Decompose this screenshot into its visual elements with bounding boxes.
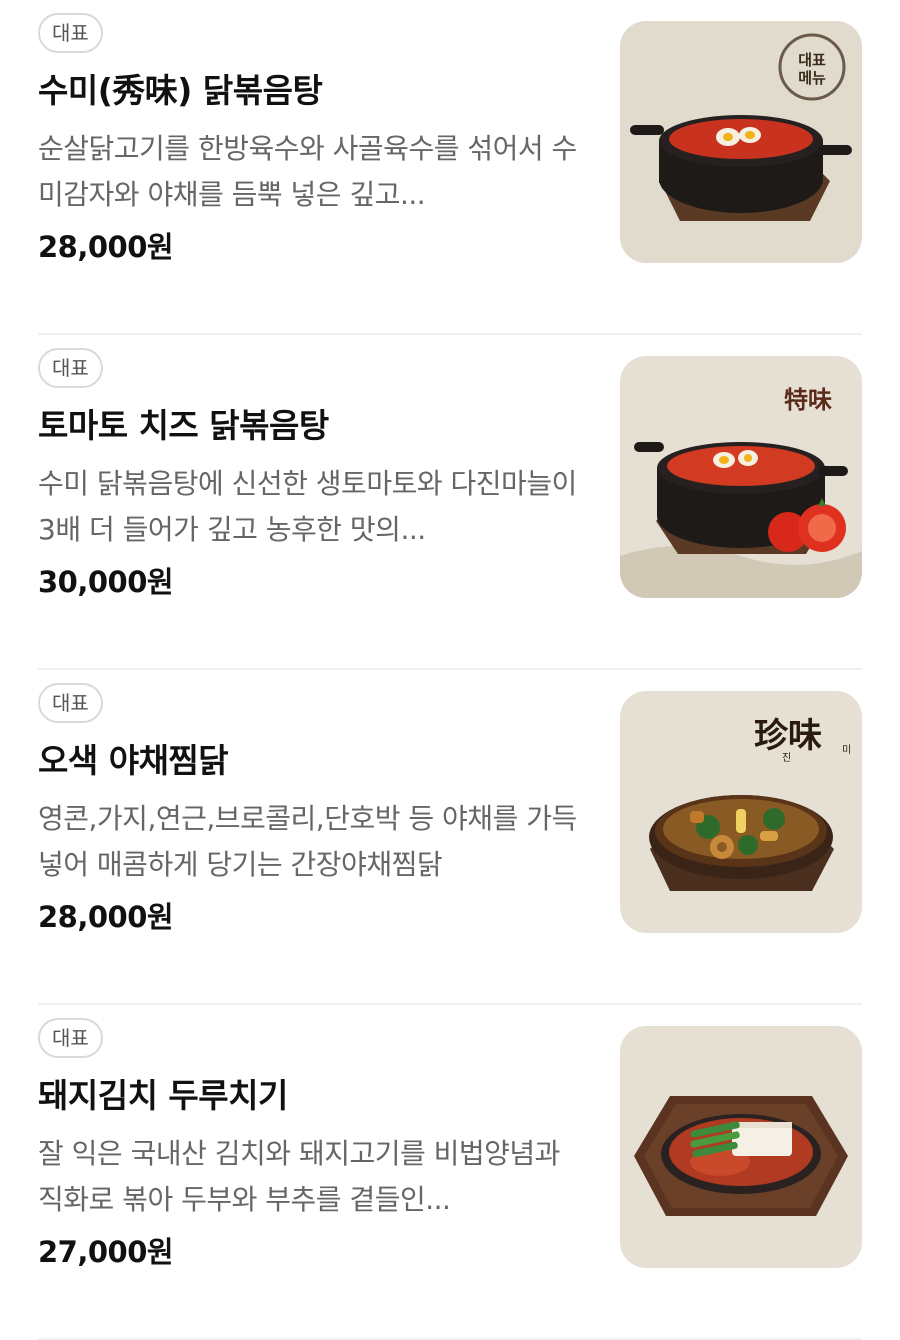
menu-item-price: 27,000원	[38, 1235, 174, 1269]
menu-item-description: 순살닭고기를 한방육수와 사골육수를 섞어서 수미감자와 야채를 듬뿍 넣은 깊…	[38, 132, 577, 211]
menu-item-image[interactable]: 特味	[620, 356, 862, 598]
signature-badge: 대표	[38, 13, 103, 53]
image-label-line1: 대표	[798, 51, 826, 69]
menu-item-price: 30,000원	[38, 565, 174, 599]
image-label-sub2: 미	[842, 744, 851, 756]
menu-item-image[interactable]	[620, 1026, 862, 1268]
menu-item-name: 돼지김치 두루치기	[38, 1076, 288, 1115]
menu-item-dwaeji-kimchi-duruchigi[interactable]: 대표 돼지김치 두루치기 잘 익은 국내산 김치와 돼지고기를 비법양념과 직화…	[0, 1005, 900, 1340]
menu-item-description: 수미 닭볶음탕에 신선한 생토마토와 다진마늘이 3배 더 들어가 깊고 농후한…	[38, 467, 577, 546]
menu-item-price: 28,000원	[38, 900, 174, 934]
menu-item-description: 잘 익은 국내산 김치와 돼지고기를 비법양념과 직화로 볶아 두부와 부추를 …	[38, 1137, 560, 1216]
braised-chicken-icon: 珍味 진 미	[620, 691, 862, 933]
image-label-sub1: 진	[782, 752, 791, 764]
menu-item-sumi-dakbokkeumtang[interactable]: 대표 수미(秀味) 닭볶음탕 순살닭고기를 한방육수와 사골육수를 섞어서 수미…	[0, 0, 900, 335]
menu-item-image[interactable]: 珍味 진 미	[620, 691, 862, 933]
image-label: 特味	[784, 385, 832, 414]
menu-item-tomato-cheese-dakbokkeumtang[interactable]: 대표 토마토 치즈 닭볶음탕 수미 닭볶음탕에 신선한 생토마토와 다진마늘이 …	[0, 335, 900, 670]
image-label: 珍味	[754, 716, 822, 756]
signature-badge: 대표	[38, 683, 103, 723]
signature-badge: 대표	[38, 1018, 103, 1058]
signature-badge: 대표	[38, 348, 103, 388]
stew-pot-icon: 대표 메뉴	[620, 21, 862, 263]
menu-item-description: 영콘,가지,연근,브로콜리,단호박 등 야채를 가득 넣어 매콤하게 당기는 간…	[38, 802, 577, 881]
menu-item-price: 28,000원	[38, 230, 174, 264]
kimchi-pork-plate-icon	[620, 1026, 862, 1268]
menu-item-osaek-yachae-jjimdak[interactable]: 대표 오색 야채찜닭 영콘,가지,연근,브로콜리,단호박 등 야채를 가득 넣어…	[0, 670, 900, 1005]
menu-item-name: 토마토 치즈 닭볶음탕	[38, 406, 329, 445]
menu-item-name: 수미(秀味) 닭볶음탕	[38, 71, 323, 110]
image-label-line2: 메뉴	[798, 69, 826, 87]
menu-item-name: 오색 야채찜닭	[38, 741, 229, 780]
menu-item-image[interactable]: 대표 메뉴	[620, 21, 862, 263]
menu-list: 대표 수미(秀味) 닭볶음탕 순살닭고기를 한방육수와 사골육수를 섞어서 수미…	[0, 0, 900, 1340]
tomato-stew-icon: 特味	[620, 356, 862, 598]
